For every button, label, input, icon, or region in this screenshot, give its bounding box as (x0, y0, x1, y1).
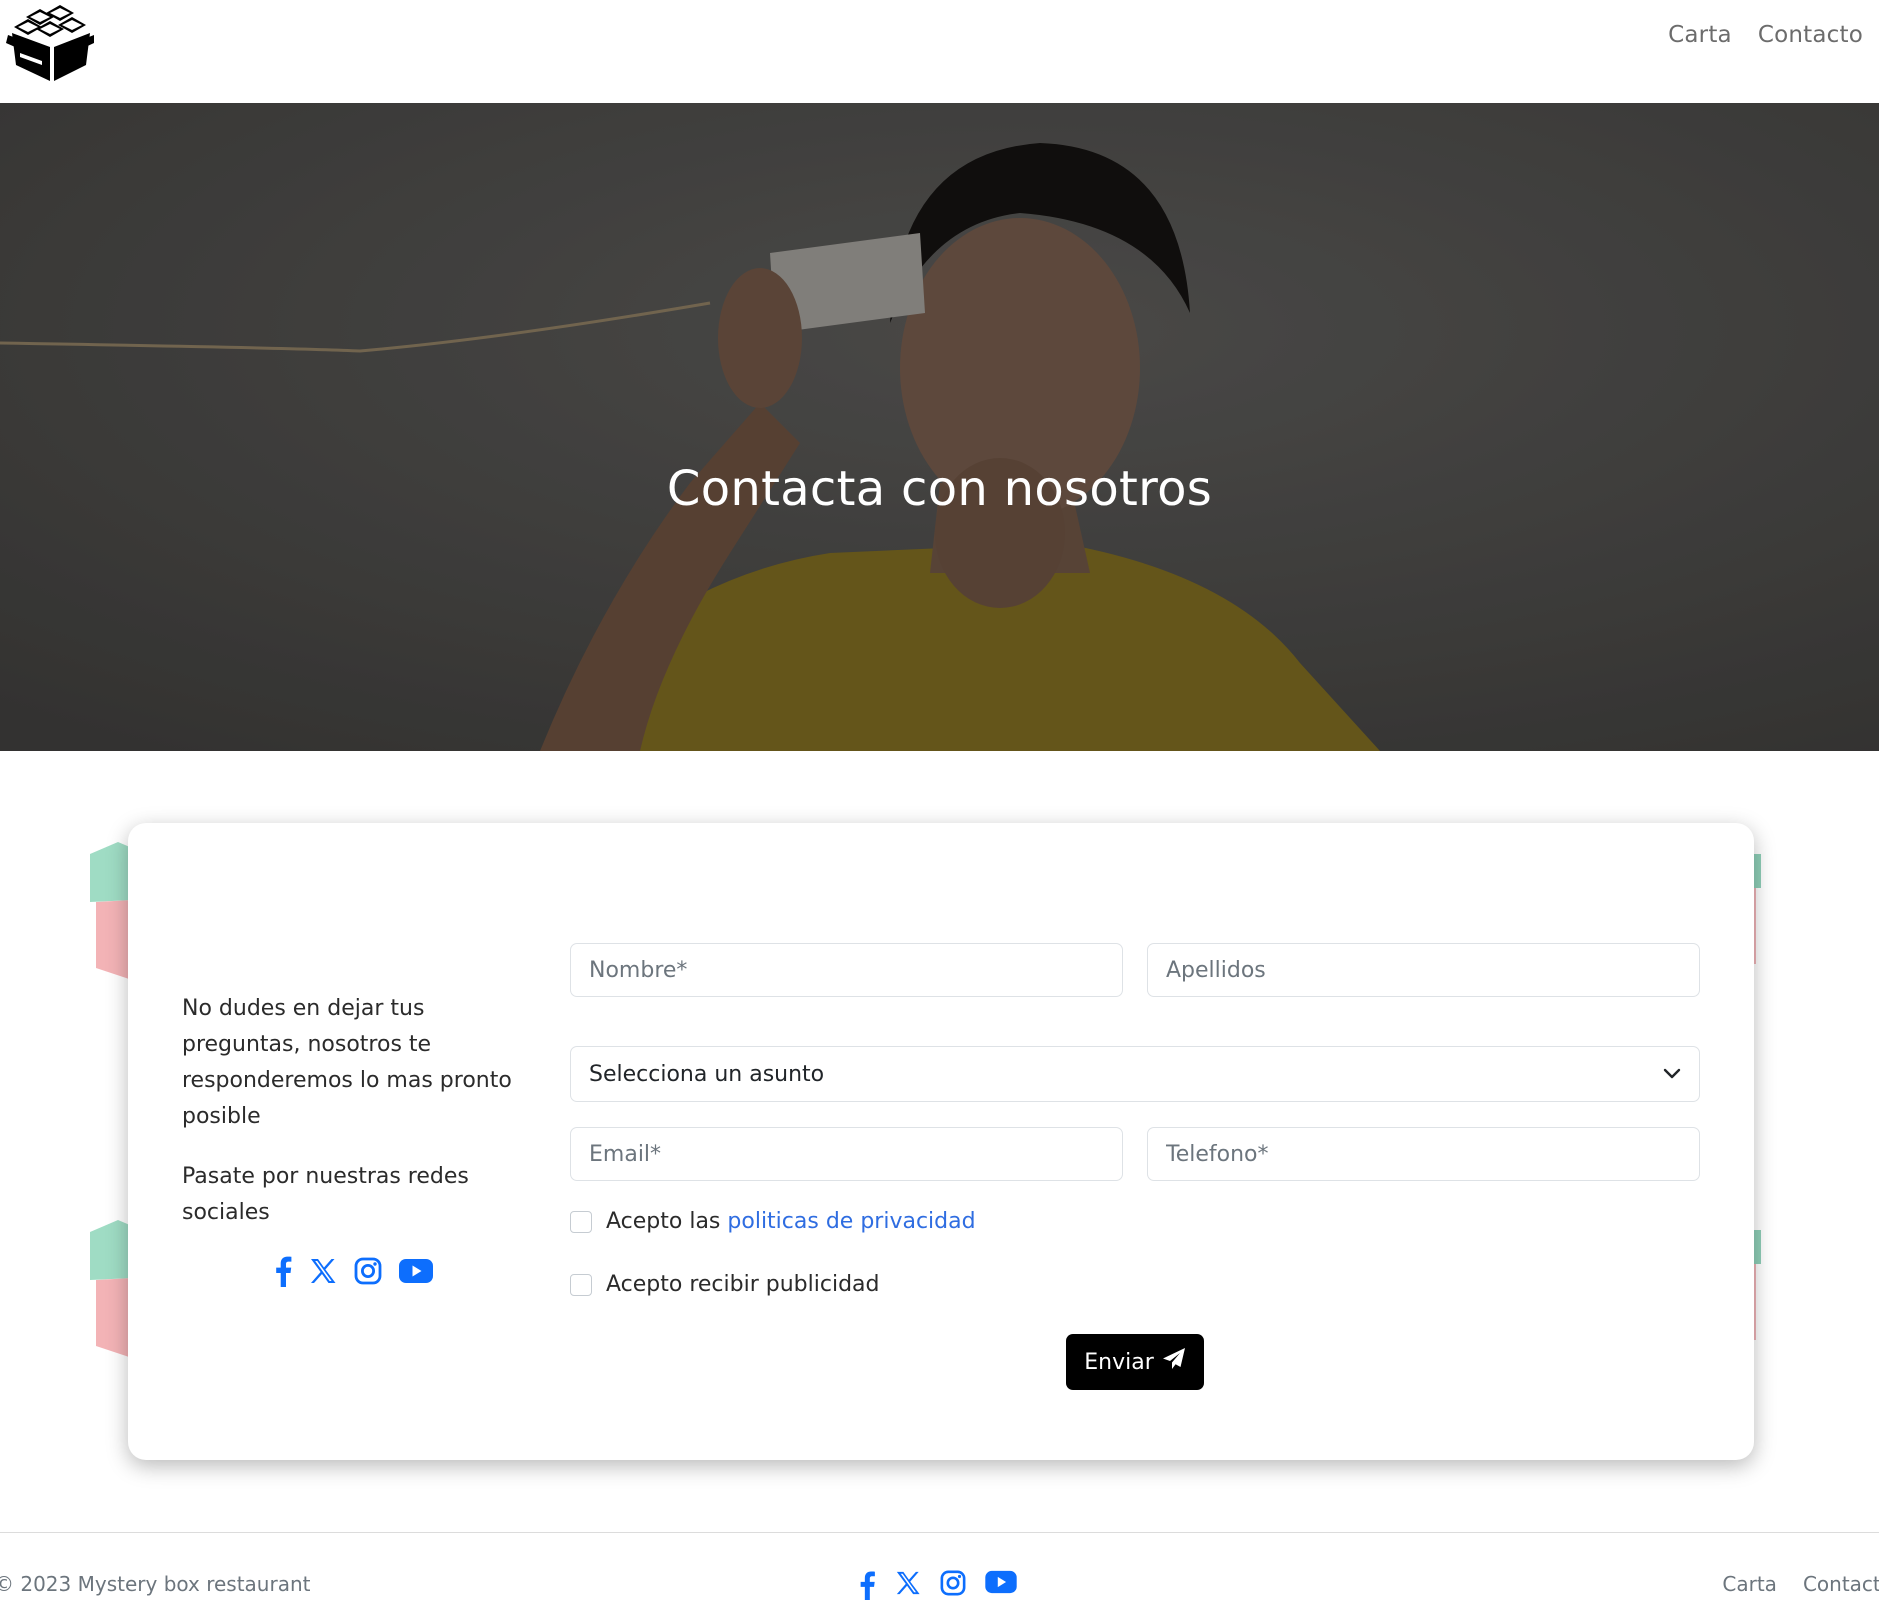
nav-link-contacto[interactable]: Contacto (1758, 22, 1863, 48)
asunto-selected-value: Selecciona un asunto (589, 1061, 825, 1087)
send-button[interactable]: Enviar (1066, 1334, 1204, 1390)
social-intro-text: Pasate por nuestras redes sociales (182, 1164, 469, 1225)
ads-checkbox-row: Acepto recibir publicidad (570, 1272, 879, 1297)
hero-background-image (0, 103, 1879, 751)
privacy-label: Acepto las politicas de privacidad (606, 1209, 976, 1234)
chevron-down-icon (1663, 1065, 1681, 1084)
x-icon[interactable] (309, 1257, 337, 1289)
send-button-label: Enviar (1084, 1349, 1154, 1375)
facebook-icon[interactable] (274, 1255, 292, 1291)
youtube-icon[interactable] (985, 1570, 1017, 1604)
youtube-icon[interactable] (399, 1258, 433, 1288)
apellidos-field[interactable] (1147, 943, 1700, 997)
footer-copyright: © 2023 Mystery box restaurant (0, 1572, 311, 1596)
privacy-checkbox[interactable] (570, 1210, 592, 1233)
privacy-label-prefix: Acepto las (606, 1209, 721, 1234)
social-links (274, 1255, 433, 1291)
instagram-icon[interactable] (354, 1257, 382, 1289)
facebook-icon[interactable] (858, 1570, 876, 1604)
nombre-field[interactable] (570, 943, 1123, 997)
decorative-gift-box-icon (90, 1220, 132, 1358)
paper-plane-icon (1162, 1347, 1186, 1377)
main-nav: Carta Contacto (1668, 22, 1863, 48)
asunto-select[interactable]: Selecciona un asunto (570, 1046, 1700, 1102)
ads-label: Acepto recibir publicidad (606, 1272, 880, 1297)
footer-social-links (858, 1570, 1017, 1604)
footer-link-carta[interactable]: Carta (1722, 1572, 1777, 1596)
hero-banner: Contacta con nosotros (0, 103, 1879, 751)
navbar: Carta Contacto (0, 0, 1879, 103)
nav-link-carta[interactable]: Carta (1668, 22, 1732, 48)
contact-card: No dudes en dejar tus preguntas, nosotro… (128, 823, 1754, 1460)
decorative-gift-box-icon (90, 842, 132, 980)
email-field[interactable] (570, 1127, 1123, 1181)
footer-nav: Carta Contacto (1722, 1572, 1879, 1596)
telefono-field[interactable] (1147, 1127, 1700, 1181)
box-logo-icon[interactable] (6, 3, 94, 81)
asunto-select-box[interactable]: Selecciona un asunto (570, 1046, 1700, 1102)
hero-title: Contacta con nosotros (666, 461, 1213, 517)
contact-intro-text: No dudes en dejar tus preguntas, nosotro… (182, 996, 512, 1129)
x-icon[interactable] (895, 1570, 921, 1604)
footer-link-contacto[interactable]: Contacto (1803, 1572, 1879, 1596)
ads-checkbox[interactable] (570, 1273, 592, 1296)
privacy-checkbox-row: Acepto las politicas de privacidad (570, 1209, 976, 1234)
footer-divider (0, 1532, 1879, 1533)
privacy-policy-link[interactable]: politicas de privacidad (727, 1209, 975, 1234)
instagram-icon[interactable] (940, 1570, 966, 1604)
